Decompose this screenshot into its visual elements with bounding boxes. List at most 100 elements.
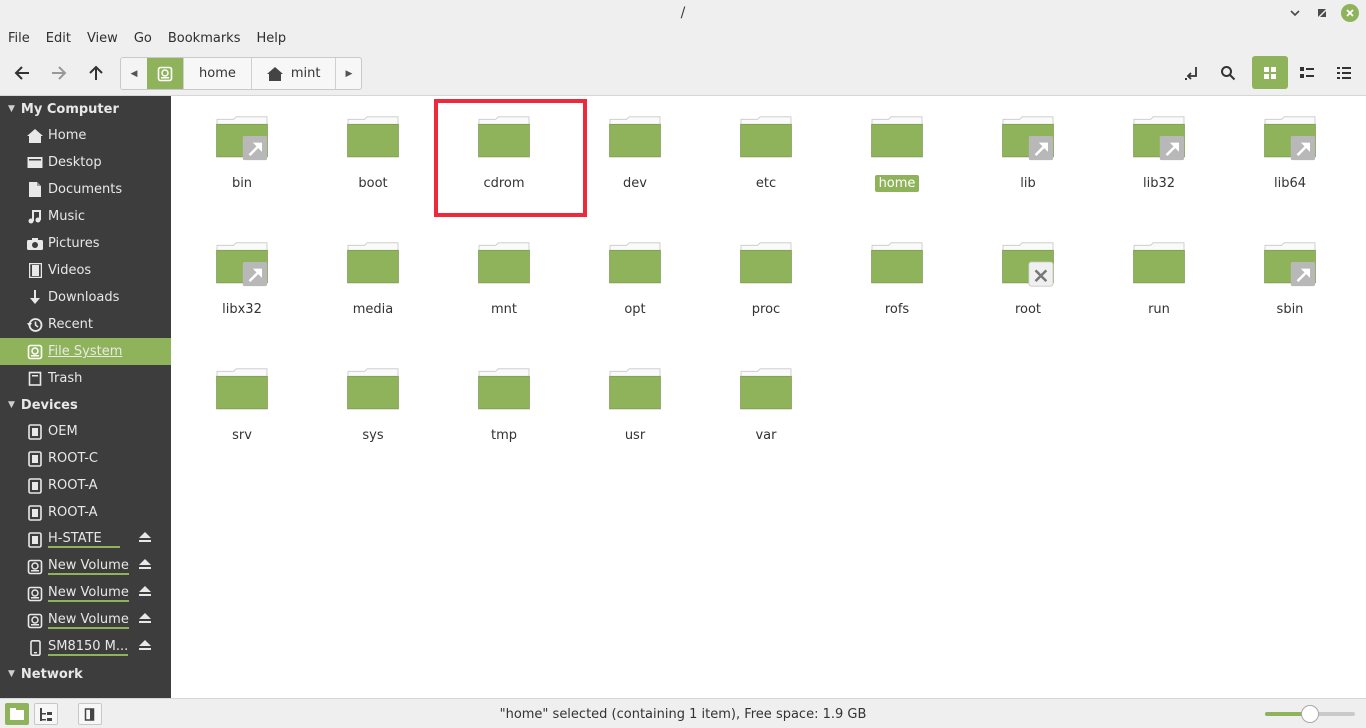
sidebar-item-label: ROOT-A [48, 478, 98, 493]
file-name: etc [706, 176, 826, 191]
file-item-sbin[interactable]: sbin [1230, 222, 1350, 332]
sidebar-item-device[interactable]: H-STATE [0, 526, 171, 553]
file-name: rofs [837, 302, 957, 317]
sidebar-item-downloads[interactable]: Downloads [0, 284, 171, 311]
file-item-root[interactable]: root [968, 222, 1088, 332]
file-item-home[interactable]: home [837, 96, 957, 206]
path-crumb-mint[interactable]: mint [250, 58, 336, 89]
icon-view-button[interactable] [1252, 56, 1288, 89]
grid-icon [1264, 66, 1276, 79]
sidebar-item-recent[interactable]: Recent [0, 311, 171, 338]
file-item-sys[interactable]: sys [313, 348, 433, 458]
file-item-tmp[interactable]: tmp [444, 348, 564, 458]
folder-icon [216, 116, 268, 161]
file-name: dev [575, 176, 695, 191]
sidebar-item-desktop[interactable]: Desktop [0, 149, 171, 176]
menu-bookmarks[interactable]: Bookmarks [160, 27, 249, 51]
file-name-text: tmp [490, 428, 517, 443]
drive-icon [27, 613, 43, 629]
menu-file[interactable]: File [0, 27, 38, 51]
sidebar-header-my-computer[interactable]: ▼ My Computer [0, 96, 171, 122]
file-item-srv[interactable]: srv [182, 348, 302, 458]
folder-icon [347, 242, 399, 284]
path-crumb-home[interactable]: home [183, 58, 251, 89]
close-icon [1346, 9, 1354, 17]
back-button[interactable] [7, 59, 37, 87]
sidebar-item-trash[interactable]: Trash [0, 365, 171, 392]
sidebar-item-device[interactable]: ROOT-C [0, 445, 171, 472]
file-name: opt [575, 302, 695, 317]
menu-view[interactable]: View [79, 27, 126, 51]
drive-icon [157, 66, 173, 81]
sidebar-item-device[interactable]: New Volume [0, 607, 171, 634]
file-item-lib32[interactable]: lib32 [1099, 96, 1219, 206]
sidebar-item-device[interactable]: New Volume [0, 580, 171, 607]
toggle-location-button[interactable] [1176, 59, 1206, 87]
minimize-button[interactable] [1286, 4, 1304, 22]
file-item-proc[interactable]: proc [706, 222, 826, 332]
path-crumb-label: home [199, 66, 236, 81]
path-scroll-right[interactable]: ▶ [335, 58, 361, 89]
chip-icon [27, 450, 43, 467]
maximize-button[interactable] [1313, 4, 1331, 22]
compact-list-icon [1337, 66, 1351, 79]
file-item-usr[interactable]: usr [575, 348, 695, 458]
zoom-slider-handle[interactable] [1301, 705, 1319, 723]
file-item-bin[interactable]: bin [182, 96, 302, 206]
folder-icon [740, 242, 792, 284]
sidebar-item-pictures[interactable]: Pictures [0, 230, 171, 257]
home-icon [27, 128, 43, 144]
compact-view-button[interactable] [1326, 56, 1362, 89]
eject-icon[interactable] [139, 586, 151, 601]
camera-icon [27, 236, 43, 252]
eject-icon[interactable] [139, 559, 151, 574]
file-item-etc[interactable]: etc [706, 96, 826, 206]
sidebar-item-documents[interactable]: Documents [0, 176, 171, 203]
file-item-opt[interactable]: opt [575, 222, 695, 332]
file-item-mnt[interactable]: mnt [444, 222, 564, 332]
path-scroll-left[interactable]: ◀ [121, 58, 147, 89]
file-name: var [706, 428, 826, 443]
menu-help[interactable]: Help [248, 27, 294, 51]
sidebar-header-devices[interactable]: ▼ Devices [0, 392, 171, 418]
eject-icon[interactable] [139, 532, 151, 547]
eject-icon[interactable] [139, 640, 151, 655]
file-name: run [1099, 302, 1219, 317]
sidebar-item-file-system[interactable]: File System [0, 338, 171, 365]
sidebar-item-device[interactable]: OEM [0, 418, 171, 445]
folder-icon [609, 116, 661, 158]
sidebar-item-music[interactable]: Music [0, 203, 171, 230]
file-item-var[interactable]: var [706, 348, 826, 458]
up-button[interactable] [81, 59, 111, 87]
sidebar-header-network[interactable]: ▼ Network [0, 661, 171, 687]
drive-icon [27, 344, 43, 360]
file-item-libx32[interactable]: libx32 [182, 222, 302, 332]
minimize-icon [1290, 10, 1300, 16]
search-button[interactable] [1213, 59, 1243, 87]
sidebar-item-home[interactable]: Home [0, 122, 171, 149]
sidebar-item-videos[interactable]: Videos [0, 257, 171, 284]
file-item-boot[interactable]: boot [313, 96, 433, 206]
folder-icon [347, 116, 399, 158]
sidebar-item-device[interactable]: SM8150 M... [0, 634, 171, 661]
eject-icon[interactable] [139, 613, 151, 628]
file-item-media[interactable]: media [313, 222, 433, 332]
file-name: lib [968, 176, 1088, 191]
file-item-dev[interactable]: dev [575, 96, 695, 206]
menu-edit[interactable]: Edit [38, 27, 79, 51]
list-view-button[interactable] [1289, 56, 1325, 89]
forward-button[interactable] [44, 59, 74, 87]
file-name: libx32 [182, 302, 302, 317]
sidebar-item-device[interactable]: ROOT-A [0, 472, 171, 499]
file-item-run[interactable]: run [1099, 222, 1219, 332]
file-item-lib64[interactable]: lib64 [1230, 96, 1350, 206]
caret-down-icon: ▼ [8, 400, 15, 410]
menu-go[interactable]: Go [126, 27, 160, 51]
sidebar-item-device[interactable]: New Volume [0, 553, 171, 580]
sidebar-item-device[interactable]: ROOT-A [0, 499, 171, 526]
path-root-button[interactable] [147, 58, 183, 89]
file-item-rofs[interactable]: rofs [837, 222, 957, 332]
file-item-lib[interactable]: lib [968, 96, 1088, 206]
close-button[interactable] [1341, 4, 1359, 22]
sidebar-item-label: Trash [48, 371, 83, 386]
